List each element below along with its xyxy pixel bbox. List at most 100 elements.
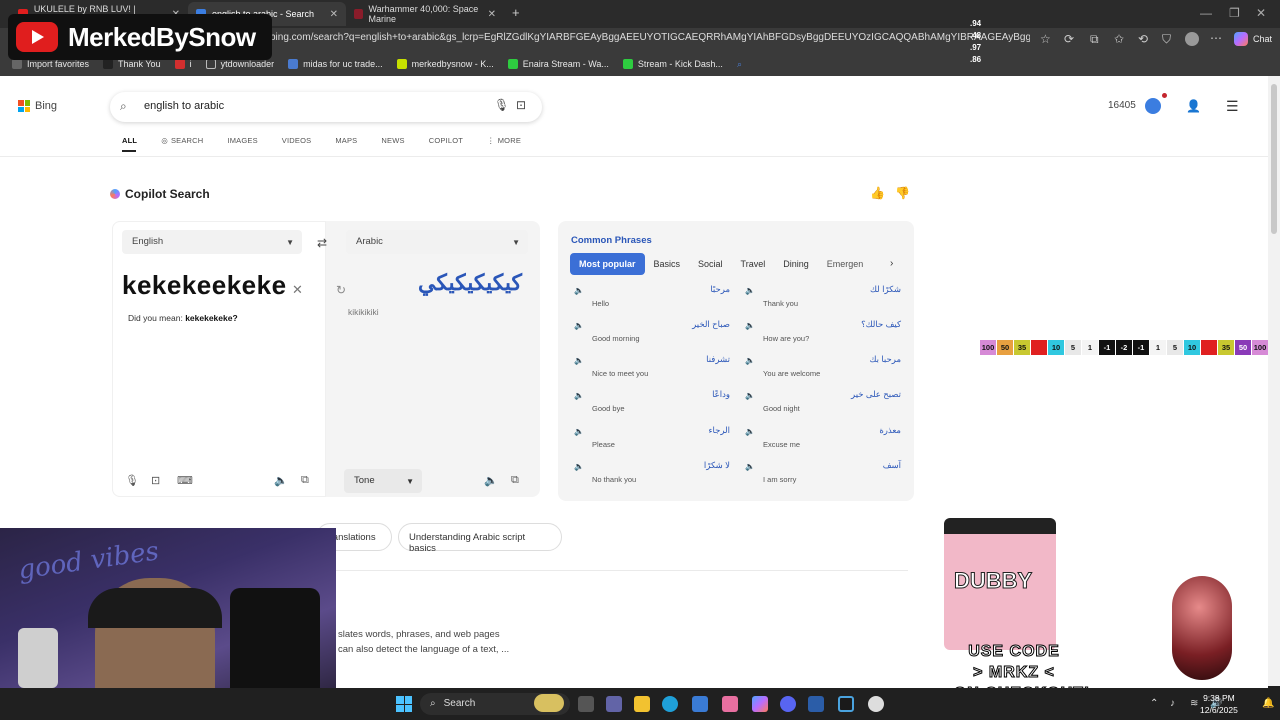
more-menu-icon[interactable]: ⋯ — [1210, 31, 1222, 45]
copilot-icon[interactable] — [752, 696, 768, 712]
maximize-button[interactable]: ❐ — [1229, 6, 1240, 20]
bookmark-item[interactable]: Enaira Stream - Wa... — [507, 59, 609, 69]
tab-news[interactable]: NEWS — [381, 136, 404, 145]
chevron-up-icon[interactable]: ⌃ — [1150, 698, 1158, 709]
phrase-tab-travel[interactable]: Travel — [732, 253, 775, 275]
refresh-icon[interactable]: ↻ — [336, 283, 346, 297]
notification-bell-icon[interactable]: 🔔 — [1262, 698, 1274, 709]
rewards-medal-icon[interactable] — [1145, 98, 1161, 114]
search-box[interactable]: ⌕ english to arabic 🎙 ⊡ — [110, 92, 542, 122]
microphone-icon[interactable]: 🎙 — [125, 474, 139, 487]
new-tab-button[interactable]: + — [512, 5, 520, 20]
tab-all[interactable]: ALL — [122, 136, 137, 145]
tone-select[interactable]: Tone ▼ — [344, 469, 422, 493]
phrase-item[interactable]: 🔈 تصبح على خير Good night — [741, 389, 901, 425]
hamburger-menu-icon[interactable]: ☰ — [1226, 98, 1239, 115]
speaker-icon[interactable]: 🔈 — [574, 427, 584, 436]
phrase-item[interactable]: 🔈 معذرة Excuse me — [741, 425, 901, 461]
phrase-item[interactable]: 🔈 لا شكرًا No thank you — [570, 460, 730, 496]
thumbs-down-icon[interactable]: 👎 — [895, 186, 910, 200]
phrase-item[interactable]: 🔈 مرحبا بك You are welcome — [741, 354, 901, 390]
speaker-icon[interactable]: 🔈 — [574, 356, 584, 365]
phrase-item[interactable]: 🔈 وداعًا Good bye — [570, 389, 730, 425]
tab-search[interactable]: ◎ SEARCH — [161, 136, 203, 145]
app-icon[interactable] — [722, 696, 738, 712]
did-you-mean-link[interactable]: kekekekeke? — [185, 313, 237, 323]
speaker-icon[interactable]: 🔈 — [745, 427, 755, 436]
tab-copilot[interactable]: COPILOT — [429, 136, 463, 145]
browser-tab[interactable]: Warhammer 40,000: Space Marine ✕ — [346, 2, 504, 26]
bookmark-item[interactable]: Import favorites — [12, 59, 89, 69]
phrase-tab-most-popular[interactable]: Most popular — [570, 253, 645, 275]
task-view-icon[interactable] — [578, 696, 594, 712]
copy-icon[interactable]: ⧉ — [511, 474, 519, 487]
close-window-button[interactable]: ✕ — [1256, 6, 1266, 20]
copilot-chat-label[interactable]: Chat — [1253, 34, 1272, 44]
phrase-tab-emergency[interactable]: Emergen — [818, 253, 873, 275]
extensions-icon[interactable]: ⟳ — [1064, 32, 1074, 46]
source-language-select[interactable]: English ▼ — [122, 230, 302, 254]
keyboard-icon[interactable]: ⌨ — [177, 474, 193, 487]
voice-search-icon[interactable]: 🎙 — [494, 98, 509, 112]
rewards-points[interactable]: 16405 — [1108, 100, 1136, 111]
file-explorer-icon[interactable] — [634, 696, 650, 712]
speaker-icon[interactable]: 🔈 — [274, 474, 288, 487]
word-icon[interactable] — [808, 696, 824, 712]
speaker-icon[interactable]: 🔈 — [745, 391, 755, 400]
speaker-icon[interactable]: 🔈 — [574, 286, 584, 295]
phrase-item[interactable]: 🔈 مرحبًا Hello — [570, 284, 730, 320]
visual-search-icon[interactable]: ⊡ — [516, 98, 526, 112]
camera-translate-icon[interactable]: ⊡ — [151, 474, 160, 487]
speaker-icon[interactable]: 🔈 — [745, 462, 755, 471]
phrase-tab-social[interactable]: Social — [689, 253, 732, 275]
swap-languages-icon[interactable]: ⇄ — [317, 236, 327, 250]
tab-maps[interactable]: MAPS — [335, 136, 357, 145]
speaker-icon[interactable]: 🔈 — [745, 356, 755, 365]
chrome-icon[interactable] — [868, 696, 884, 712]
bookmark-item[interactable]: Stream - Kick Dash... — [622, 59, 723, 69]
tab-images[interactable]: IMAGES — [227, 136, 257, 145]
tab-more[interactable]: ⋮ MORE — [487, 136, 521, 145]
bookmark-item[interactable]: ytdownloader — [205, 59, 274, 69]
teams-icon[interactable] — [606, 696, 622, 712]
target-language-select[interactable]: Arabic ▼ — [346, 230, 528, 254]
weather-widget-icon[interactable] — [534, 694, 564, 712]
favorites-icon[interactable]: ✩ — [1114, 32, 1124, 46]
scrollbar-thumb[interactable] — [1271, 84, 1277, 234]
tab-videos[interactable]: VIDEOS — [282, 136, 312, 145]
speaker-icon[interactable]: 🔈 — [484, 474, 498, 487]
speaker-icon[interactable]: 🔈 — [574, 321, 584, 330]
url-field[interactable]: bing.com/search?q=english+to+arabic&gs_l… — [270, 32, 1030, 43]
speaker-icon[interactable]: 🔈 — [745, 321, 755, 330]
favorite-star-icon[interactable]: ☆ — [1040, 32, 1051, 46]
phrase-item[interactable]: 🔈 آسف I am sorry — [741, 460, 901, 496]
history-icon[interactable]: ⟲ — [1138, 32, 1148, 46]
bookmark-item[interactable]: midas for uc trade... — [288, 59, 383, 69]
speaker-icon[interactable]: 🔈 — [574, 462, 584, 471]
clear-text-icon[interactable]: ✕ — [292, 282, 303, 298]
phrase-tab-basics[interactable]: Basics — [645, 253, 690, 275]
store-icon[interactable] — [692, 696, 708, 712]
close-tab-icon[interactable]: ✕ — [488, 9, 496, 20]
wifi-icon[interactable]: ≋ — [1190, 698, 1198, 709]
related-chip[interactable]: Understanding Arabic script basics — [398, 523, 562, 554]
headset-icon[interactable]: ♪ — [1170, 698, 1175, 709]
shield-icon[interactable]: ⛉ — [1162, 32, 1171, 47]
phrase-item[interactable]: 🔈 الرجاء Please — [570, 425, 730, 461]
bing-logo[interactable]: Bing — [18, 100, 57, 112]
speaker-icon[interactable]: 🔈 — [745, 286, 755, 295]
profile-avatar[interactable] — [1185, 32, 1199, 46]
bookmark-item[interactable]: merkedbysnow - K... — [396, 59, 494, 69]
thumbs-up-icon[interactable]: 👍 — [870, 186, 885, 200]
phrase-item[interactable]: 🔈 تشرفنا Nice to meet you — [570, 354, 730, 390]
discord-icon[interactable] — [780, 696, 796, 712]
split-screen-icon[interactable]: ⧉ — [1090, 32, 1099, 47]
edge-icon[interactable] — [662, 696, 678, 712]
user-icon[interactable]: 👤 — [1186, 99, 1201, 113]
phrase-item[interactable]: 🔈 شكرًا لك Thank you — [741, 284, 901, 320]
copy-icon[interactable]: ⧉ — [301, 474, 309, 487]
system-clock[interactable]: 9:38 PM 12/6/2025 — [1200, 692, 1238, 716]
source-text-input[interactable]: kekekeekeke — [122, 270, 287, 301]
start-button[interactable] — [396, 696, 412, 712]
bookmark-search-icon[interactable]: ⌕ — [737, 59, 742, 70]
